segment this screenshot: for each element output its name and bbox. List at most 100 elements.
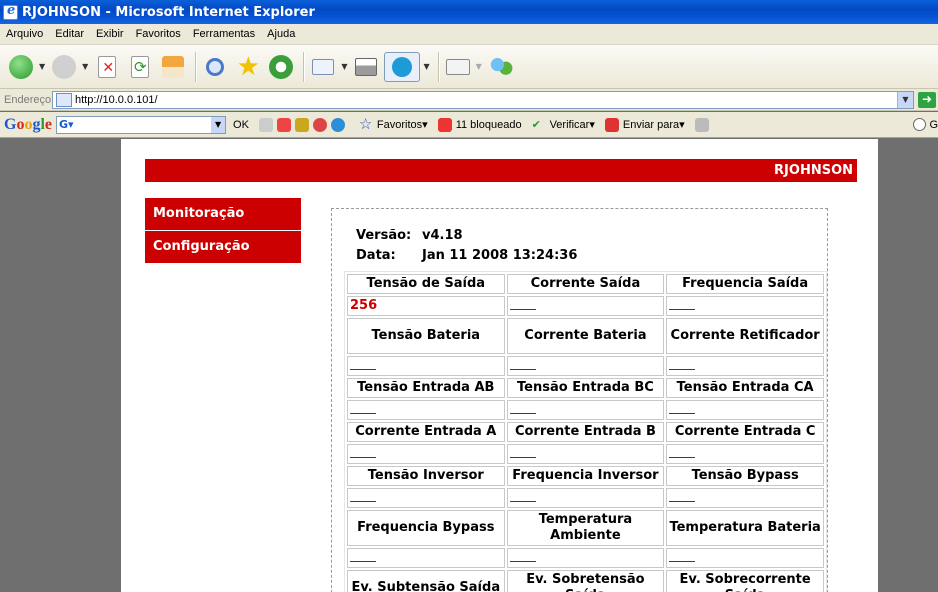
window-titlebar: RJOHNSON - Microsoft Internet Explorer [0, 0, 938, 24]
settings-partial-label: G [929, 118, 938, 131]
bookmark-star-icon: ☆ [358, 115, 373, 133]
measurement-label: Tensão Bypass [666, 466, 824, 486]
forward-dropdown-icon[interactable]: ▼ [82, 62, 88, 71]
empty-value-underline [350, 549, 376, 562]
go-button[interactable]: ➜ [918, 92, 936, 108]
address-bar: Endereço ▼ ➜ [0, 89, 938, 111]
history-button[interactable] [266, 52, 296, 82]
measurement-label: Tensão Entrada BC [506, 378, 665, 398]
google-logo: Google [4, 115, 53, 133]
spellcheck-button[interactable]: ✔ Verificar ▾ [532, 118, 595, 132]
measurement-value [666, 296, 824, 316]
arrows-icon[interactable] [258, 117, 273, 132]
menu-favoritos[interactable]: Favoritos [130, 28, 187, 40]
empty-value-underline [350, 489, 376, 502]
news-icon[interactable] [276, 117, 291, 132]
stop-icon: ✕ [98, 55, 117, 78]
measurement-label: Tensão Inversor [347, 466, 505, 486]
value-row [347, 548, 824, 568]
favorites-button[interactable]: ★ [233, 52, 263, 82]
mail-dropdown-icon[interactable]: ▼ [341, 62, 347, 71]
google-tool-icons [258, 117, 349, 132]
menubar: Arquivo Editar Exibir Favoritos Ferramen… [0, 24, 938, 45]
back-dropdown-icon[interactable]: ▼ [39, 62, 45, 71]
date-row: Data: Jan 11 2008 13:24:36 [356, 248, 577, 263]
history-icon [269, 54, 294, 79]
skype-icon [392, 56, 413, 77]
menu-arquivo[interactable]: Arquivo [0, 28, 49, 40]
measurement-value [666, 356, 824, 376]
address-field[interactable]: ▼ [52, 91, 914, 109]
google-favoritos-label: Favoritos [376, 118, 423, 131]
measurement-label: Corrente Entrada C [666, 422, 824, 442]
empty-value-underline [669, 489, 696, 502]
measurement-value [347, 356, 505, 376]
measurement-label: Corrente Saída [506, 274, 665, 294]
measurement-value [347, 548, 505, 568]
refresh-button[interactable]: ⟳ [125, 52, 155, 82]
value-row [347, 488, 824, 508]
popup-blocker-button[interactable]: 11 bloqueado [437, 117, 522, 132]
empty-value-underline [509, 297, 536, 310]
edit-icon [445, 58, 470, 75]
menu-ajuda[interactable]: Ajuda [261, 28, 301, 40]
menu-exibir[interactable]: Exibir [90, 28, 130, 40]
settings-button[interactable]: G [913, 118, 938, 131]
edit-dropdown-icon[interactable]: ▼ [476, 62, 482, 71]
empty-value-underline [669, 401, 696, 414]
print-button[interactable] [351, 52, 381, 82]
google-g-icon: G▾ [59, 117, 74, 131]
popup-blocked-icon [437, 117, 452, 132]
label-row: Tensão Entrada AB Tensão Entrada BC Tensão… [347, 378, 824, 398]
talk-icon[interactable] [330, 117, 345, 132]
send-icon [604, 117, 619, 132]
nav-configuracao[interactable]: Configuração [145, 231, 301, 263]
empty-value-underline [669, 357, 696, 370]
measurement-value [506, 548, 665, 568]
google-favoritos-button[interactable]: ☆ Favoritos ▾ [358, 115, 428, 133]
skype-dropdown-icon[interactable]: ▼ [423, 62, 429, 71]
empty-value-underline [350, 445, 376, 458]
spellcheck-label: Verificar [549, 118, 590, 131]
star-icon: ★ [236, 51, 260, 82]
address-dropdown-icon[interactable]: ▼ [897, 92, 913, 108]
home-button[interactable] [158, 52, 188, 82]
measurement-value [666, 488, 824, 508]
value-row [347, 444, 824, 464]
google-search-input[interactable]: G▾ ▼ [56, 115, 227, 134]
google-toolbar: Google G▾ ▼ OK ☆ Favoritos ▾ 11 bloqueado … [0, 112, 938, 138]
puzzle-icon[interactable] [294, 117, 309, 132]
menu-editar[interactable]: Editar [49, 28, 90, 40]
empty-value-underline [509, 357, 536, 370]
highlight-button[interactable] [694, 117, 713, 132]
empty-value-underline [509, 445, 536, 458]
menu-ferramentas[interactable]: Ferramentas [187, 28, 261, 40]
stop-button[interactable]: ✕ [92, 52, 122, 82]
nav-monitoracao[interactable]: Monitoração [145, 198, 301, 230]
messenger-button[interactable] [486, 52, 516, 82]
skype-button[interactable] [384, 51, 421, 82]
ie-icon [3, 3, 18, 20]
send-to-label: Enviar para [622, 118, 680, 131]
measurement-label: Corrente Entrada A [347, 422, 505, 442]
edit-button[interactable] [443, 52, 473, 82]
address-input[interactable] [75, 94, 875, 106]
send-to-button[interactable]: Enviar para ▾ [604, 117, 685, 132]
browser-toolbar: ▼ ▼ ✕ ⟳ ★ ▼ ▼ ▼ [0, 45, 938, 89]
google-ok-button[interactable]: OK [233, 119, 249, 131]
google-search-dropdown-icon[interactable]: ▼ [211, 116, 226, 133]
measurement-value [506, 400, 665, 420]
web-page: RJOHNSON Monitoração Configuração Versão… [121, 139, 878, 592]
measurement-label: Tensão de Saída [347, 274, 505, 294]
search-icon [206, 57, 225, 76]
forward-button[interactable] [49, 52, 79, 82]
mail-button[interactable] [308, 52, 338, 82]
search-button[interactable] [200, 52, 230, 82]
orkut-icon[interactable] [312, 117, 327, 132]
settings-radio-icon [913, 118, 927, 131]
measurement-value [347, 400, 505, 420]
date-label: Data: [356, 248, 396, 263]
back-button[interactable] [6, 52, 36, 82]
highlighter-icon [694, 117, 709, 132]
empty-value-underline [669, 549, 696, 562]
